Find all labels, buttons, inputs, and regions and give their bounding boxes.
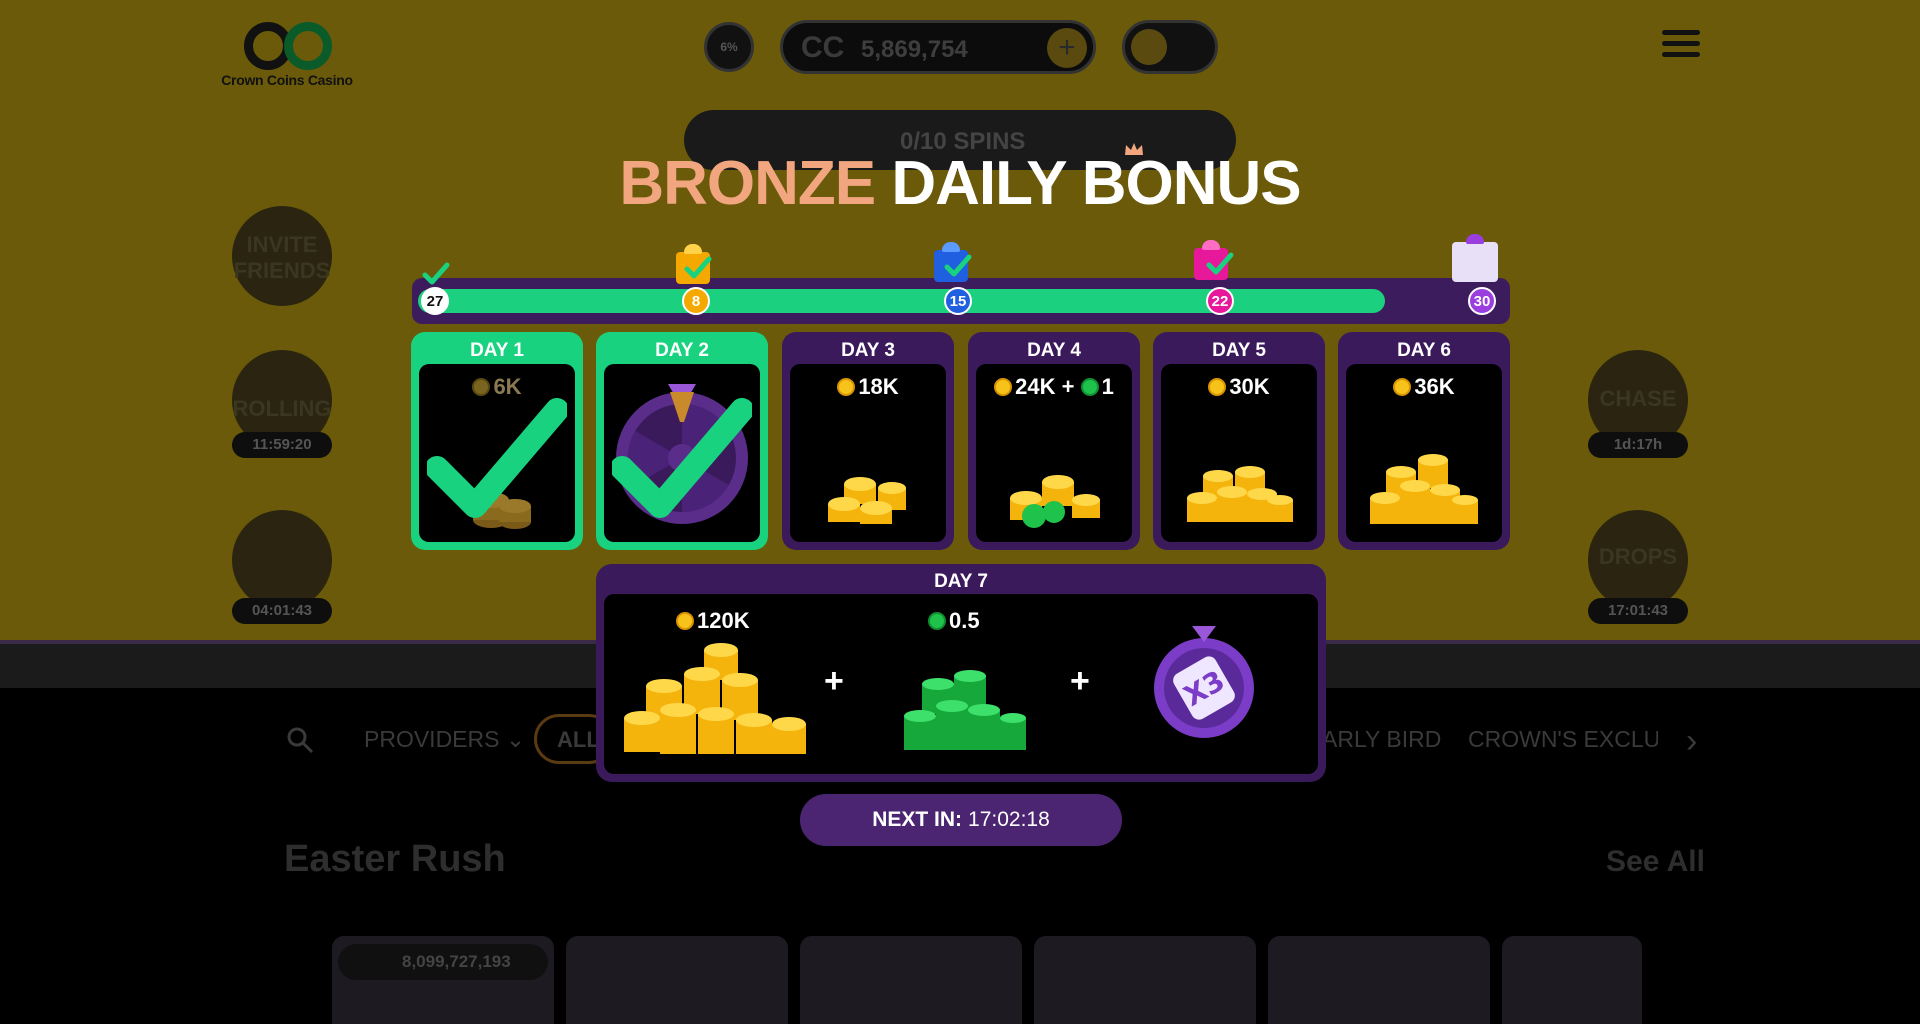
crown-icon [1125, 143, 1143, 155]
reward-amount: 18K [790, 374, 946, 400]
check-icon [1206, 252, 1234, 275]
day-label: DAY 4 [1027, 340, 1081, 361]
plus-sign: + [824, 662, 844, 700]
day-4-card[interactable]: DAY 4 24K + 1 [968, 332, 1140, 550]
plus-sign: + [1070, 662, 1090, 700]
day-7-reward: 120K + 0.5 + X3 [604, 594, 1318, 774]
coin-stack-icon [1010, 475, 1100, 528]
modal-title: BRONZE DAILY BONUS [0, 148, 1920, 219]
sweeps-coin-pile-icon [904, 670, 1026, 750]
check-icon [422, 262, 450, 285]
day-reward: 6K [419, 364, 575, 542]
coin-stack-icon [828, 477, 906, 524]
reward-amount: 36K [1346, 374, 1502, 400]
next-time: 17:02:18 [968, 808, 1050, 831]
tier-label: BRONZE [619, 149, 876, 218]
claimed-check-icon [612, 398, 752, 518]
gift-icon [1452, 234, 1498, 282]
day-reward [604, 364, 760, 542]
gold-coin-icon [837, 378, 856, 396]
day-6-card[interactable]: DAY 6 36K [1338, 332, 1510, 550]
daily-bonus-modal: BRONZE DAILY BONUS 27 8 15 22 30 DAY 1 6… [0, 0, 1920, 1024]
day-5-card[interactable]: DAY 5 30K [1153, 332, 1325, 550]
progress-fill [418, 289, 1385, 313]
day-1-card[interactable]: DAY 1 6K [411, 332, 583, 550]
coins-amount: 120K [676, 608, 750, 634]
coin-stack-icon [1370, 454, 1478, 524]
coin-stack-icon [1187, 466, 1293, 522]
day-label: DAY 1 [470, 340, 524, 361]
multiplier-tag-icon: X3 [1154, 626, 1254, 738]
day-reward: 30K [1161, 364, 1317, 542]
day-reward: 24K + 1 [976, 364, 1132, 542]
milestone-badge: 22 [1206, 287, 1234, 315]
sweeps-amount: 0.5 [928, 608, 980, 634]
day-reward: 36K [1346, 364, 1502, 542]
check-icon [944, 254, 972, 277]
gold-coin-icon [676, 612, 694, 630]
milestone-badge: 30 [1468, 287, 1496, 315]
day-label: DAY 3 [841, 340, 895, 361]
day-reward: 18K [790, 364, 946, 542]
check-icon [684, 256, 712, 279]
sweeps-coin-icon [1080, 378, 1099, 396]
next-label: NEXT IN: [872, 808, 963, 831]
next-bonus-timer: NEXT IN: 17:02:18 [800, 794, 1122, 846]
milestone-badge: 15 [944, 287, 972, 315]
reward-amount: 24K + 1 [976, 374, 1132, 400]
milestone-badge: 8 [682, 287, 710, 315]
day-7-card[interactable]: DAY 7 120K + 0.5 + X3 [596, 564, 1326, 782]
coin-pile-icon [624, 643, 806, 754]
gold-coin-icon [994, 378, 1013, 396]
day-label: DAY 7 [934, 571, 988, 592]
reward-amount: 30K [1161, 374, 1317, 400]
day-label: DAY 2 [655, 340, 709, 361]
milestone-badge: 27 [421, 287, 449, 315]
gold-coin-icon [1393, 378, 1412, 396]
claimed-check-icon [427, 398, 567, 518]
day-label: DAY 5 [1212, 340, 1266, 361]
sweeps-coin-icon [928, 612, 946, 630]
day-2-card[interactable]: DAY 2 [596, 332, 768, 550]
day-label: DAY 6 [1397, 340, 1451, 361]
gold-coin-icon [1208, 378, 1227, 396]
title-text: DAILY BONUS [891, 149, 1301, 218]
day-3-card[interactable]: DAY 3 18K [782, 332, 954, 550]
